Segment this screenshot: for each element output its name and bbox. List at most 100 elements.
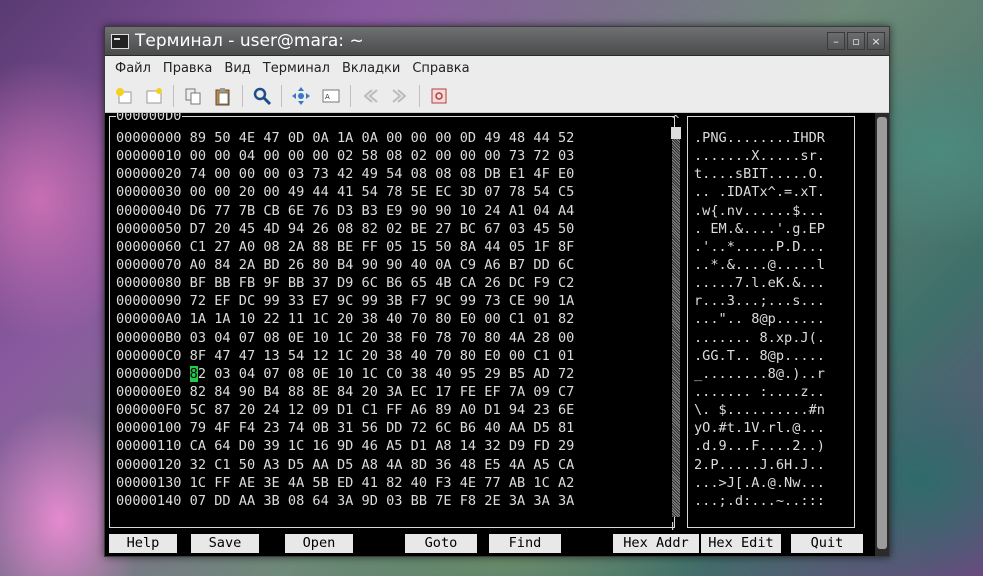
hex-row[interactable]: 00000110 CA 64 D0 39 1C 16 9D 46 A5 D1 A… [116, 437, 574, 455]
ascii-row[interactable]: ....... :....z.. [694, 383, 825, 401]
hex-bytes[interactable]: 32 C1 50 A3 D5 AA D5 A8 4A 8D 36 48 E5 4… [190, 457, 575, 473]
hex-bytes[interactable]: 5C 87 20 24 12 09 D1 C1 FF A6 89 A0 D1 9… [190, 402, 575, 418]
fnkey-find[interactable]: Find [489, 534, 561, 553]
hex-bytes[interactable]: 74 00 00 00 03 73 42 49 54 08 08 08 DB E… [190, 166, 575, 182]
hex-row[interactable]: 000000B0 03 04 07 08 0E 10 1C 20 38 F0 7… [116, 329, 574, 347]
minimize-button[interactable]: – [827, 32, 845, 50]
hex-row[interactable]: 00000030 00 00 20 00 49 44 41 54 78 5E E… [116, 183, 574, 201]
ascii-row[interactable]: ...;.d:...~..::: [694, 492, 825, 510]
fnkey-hex-addr[interactable]: Hex Addr [613, 534, 699, 553]
menu-file[interactable]: Файл [109, 61, 157, 76]
hex-bytes[interactable]: BF BB FB 9F BB 37 D9 6C B6 65 4B CA 26 D… [190, 275, 575, 291]
hex-row[interactable]: 00000070 A0 84 2A BD 26 80 B4 90 90 40 0… [116, 256, 574, 274]
ascii-row[interactable]: .. .IDATx^.=.xT. [694, 183, 825, 201]
menu-terminal[interactable]: Терминал [257, 61, 336, 76]
hex-bytes[interactable]: 00 00 20 00 49 44 41 54 78 5E EC 3D 07 7… [190, 184, 575, 200]
hex-bytes[interactable]: 82 03 04 07 08 0E 10 1C C0 38 40 95 29 B… [189, 365, 574, 382]
ascii-row[interactable]: .GG.T.. 8@p..... [694, 347, 825, 365]
hex-bytes[interactable]: CA 64 D0 39 1C 16 9D 46 A5 D1 A8 14 32 D… [190, 438, 575, 454]
hex-scrollbar[interactable]: ^ I [669, 113, 683, 533]
terminal-area[interactable]: 000000D0 00000000 89 50 4E 47 0D 0A 1A 0… [105, 113, 889, 556]
hex-bytes[interactable]: 79 4F F4 23 74 0B 31 56 DD 72 6C B6 40 A… [190, 420, 575, 436]
hex-row[interactable]: 000000C0 8F 47 47 13 54 12 1C 20 38 40 7… [116, 347, 574, 365]
ascii-row[interactable]: ..*.&....@.....l [694, 256, 825, 274]
ascii-row[interactable]: ....... 8.xp.J(. [694, 329, 825, 347]
maximize-button[interactable]: ▫ [847, 32, 865, 50]
ascii-row[interactable]: . EM.&....'.g.EP [694, 220, 825, 238]
hex-row[interactable]: 00000130 1C FF AE 3E 4A 5B ED 41 82 40 F… [116, 474, 574, 492]
menu-help[interactable]: Справка [406, 61, 475, 76]
fnkey-hex-edit[interactable]: Hex Edit [701, 534, 781, 553]
hex-row[interactable]: 00000090 72 EF DC 99 33 E7 9C 99 3B F7 9… [116, 292, 574, 310]
fnkey-open[interactable]: Open [285, 534, 353, 553]
title-bar[interactable]: Терминал - user@mara: ~ – ▫ × [105, 27, 889, 56]
menu-view[interactable]: Вид [218, 61, 256, 76]
hex-row[interactable]: 00000080 BF BB FB 9F BB 37 D9 6C B6 65 4… [116, 274, 574, 292]
hex-bytes[interactable]: 89 50 4E 47 0D 0A 1A 0A 00 00 00 0D 49 4… [190, 130, 575, 146]
fullscreen-button[interactable] [289, 84, 313, 108]
hex-row[interactable]: 00000040 D6 77 7B CB 6E 76 D3 B3 E9 90 9… [116, 202, 574, 220]
hex-row[interactable]: 000000A0 1A 1A 10 22 11 1C 20 38 40 70 8… [116, 310, 574, 328]
hex-row[interactable]: 00000100 79 4F F4 23 74 0B 31 56 DD 72 6… [116, 419, 574, 437]
hex-bytes[interactable]: D7 20 45 4D 94 26 08 82 02 BE 27 BC 67 0… [190, 221, 575, 237]
fnkey-quit[interactable]: Quit [791, 534, 863, 553]
terminal-scrollbar[interactable] [875, 113, 889, 556]
ascii-row[interactable]: 2.P.....J.6H.J.. [694, 456, 825, 474]
ascii-row[interactable]: yO.#t.1V.rl.@... [694, 419, 825, 437]
hex-row[interactable]: 00000020 74 00 00 00 03 73 42 49 54 08 0… [116, 165, 574, 183]
hex-bytes[interactable]: A0 84 2A BD 26 80 B4 90 90 40 0A C9 A6 B… [190, 257, 575, 273]
ascii-row[interactable]: \. $..........#n [694, 401, 825, 419]
ascii-row[interactable]: ...".. 8@p...... [694, 310, 825, 328]
hex-row[interactable]: 00000000 89 50 4E 47 0D 0A 1A 0A 00 00 0… [116, 129, 574, 147]
new-window-button[interactable] [142, 84, 166, 108]
settings-button[interactable] [427, 84, 451, 108]
scroll-up-icon[interactable]: ^ [671, 113, 680, 126]
menu-tabs[interactable]: Вкладки [336, 61, 406, 76]
fnkey-goto[interactable]: Goto [405, 534, 477, 553]
hex-bytes[interactable]: 03 04 07 08 0E 10 1C 20 38 F0 78 70 80 4… [190, 330, 575, 346]
hex-row[interactable]: 000000F0 5C 87 20 24 12 09 D1 C1 FF A6 8… [116, 401, 574, 419]
hex-bytes[interactable]: 1C FF AE 3E 4A 5B ED 41 82 40 F3 4E 77 A… [190, 475, 575, 491]
hex-row[interactable]: 00000010 00 00 04 00 00 00 02 58 08 02 0… [116, 147, 574, 165]
ascii-row[interactable]: .d.9...F....2..) [694, 437, 825, 455]
hex-bytes[interactable]: C1 27 A0 08 2A 88 BE FF 05 15 50 8A 44 0… [190, 239, 575, 255]
hex-row[interactable]: 00000050 D7 20 45 4D 94 26 08 82 02 BE 2… [116, 220, 574, 238]
fnkey-help[interactable]: Help [109, 534, 177, 553]
scroll-track[interactable] [672, 127, 680, 517]
search-button[interactable] [250, 84, 274, 108]
hex-bytes[interactable]: 1A 1A 10 22 11 1C 20 38 40 70 80 E0 00 C… [190, 311, 575, 327]
ascii-row[interactable]: _........8@.)..r [694, 365, 825, 383]
scroll-thumb[interactable] [671, 127, 681, 139]
ascii-panel[interactable]: .PNG........IHDR .......X.....sr. t....sBI… [687, 116, 855, 528]
ascii-row[interactable]: r...3...;...s... [694, 292, 825, 310]
hex-bytes[interactable]: 07 DD AA 3B 08 64 3A 9D 03 BB 7E F8 2E 3… [190, 493, 575, 509]
hex-panel[interactable]: 000000D0 00000000 89 50 4E 47 0D 0A 1A 0… [109, 113, 675, 528]
ascii-row[interactable]: ...>J[.A.@.Nw... [694, 474, 825, 492]
copy-button[interactable] [181, 84, 205, 108]
hex-row[interactable]: 00000120 32 C1 50 A3 D5 AA D5 A8 4A 8D 3… [116, 456, 574, 474]
hex-row[interactable]: 000000D0 82 03 04 07 08 0E 10 1C C0 38 4… [116, 365, 574, 383]
terminal-scroll-thumb[interactable] [877, 117, 887, 549]
ascii-row[interactable]: .w{.nv......$... [694, 202, 825, 220]
hex-row[interactable]: 00000140 07 DD AA 3B 08 64 3A 9D 03 BB 7… [116, 492, 574, 510]
back-button[interactable] [358, 84, 382, 108]
hex-bytes[interactable]: 82 84 90 B4 88 8E 84 20 3A EC 17 FE EF 7… [190, 384, 575, 400]
ascii-row[interactable]: .......X.....sr. [694, 147, 825, 165]
fnkey-save[interactable]: Save [191, 534, 259, 553]
hex-bytes[interactable]: D6 77 7B CB 6E 76 D3 B3 E9 90 90 10 24 A… [190, 203, 575, 219]
forward-button[interactable] [388, 84, 412, 108]
hex-row[interactable]: 00000060 C1 27 A0 08 2A 88 BE FF 05 15 5… [116, 238, 574, 256]
ascii-row[interactable]: t....sBIT.....O. [694, 165, 825, 183]
hex-bytes[interactable]: 00 00 04 00 00 00 02 58 08 02 00 00 00 7… [190, 148, 575, 164]
ascii-row[interactable]: .....7.l.eK.&... [694, 274, 825, 292]
zoom-button[interactable]: A [319, 84, 343, 108]
new-tab-button[interactable] [112, 84, 136, 108]
menu-edit[interactable]: Правка [157, 61, 218, 76]
ascii-row[interactable]: .'..*.....P.D... [694, 238, 825, 256]
hex-bytes[interactable]: 8F 47 47 13 54 12 1C 20 38 40 70 80 E0 0… [190, 348, 575, 364]
hex-bytes[interactable]: 72 EF DC 99 33 E7 9C 99 3B F7 9C 99 73 C… [190, 293, 575, 309]
paste-button[interactable] [211, 84, 235, 108]
close-button[interactable]: × [867, 32, 885, 50]
ascii-row[interactable]: .PNG........IHDR [694, 129, 825, 147]
hex-row[interactable]: 000000E0 82 84 90 B4 88 8E 84 20 3A EC 1… [116, 383, 574, 401]
